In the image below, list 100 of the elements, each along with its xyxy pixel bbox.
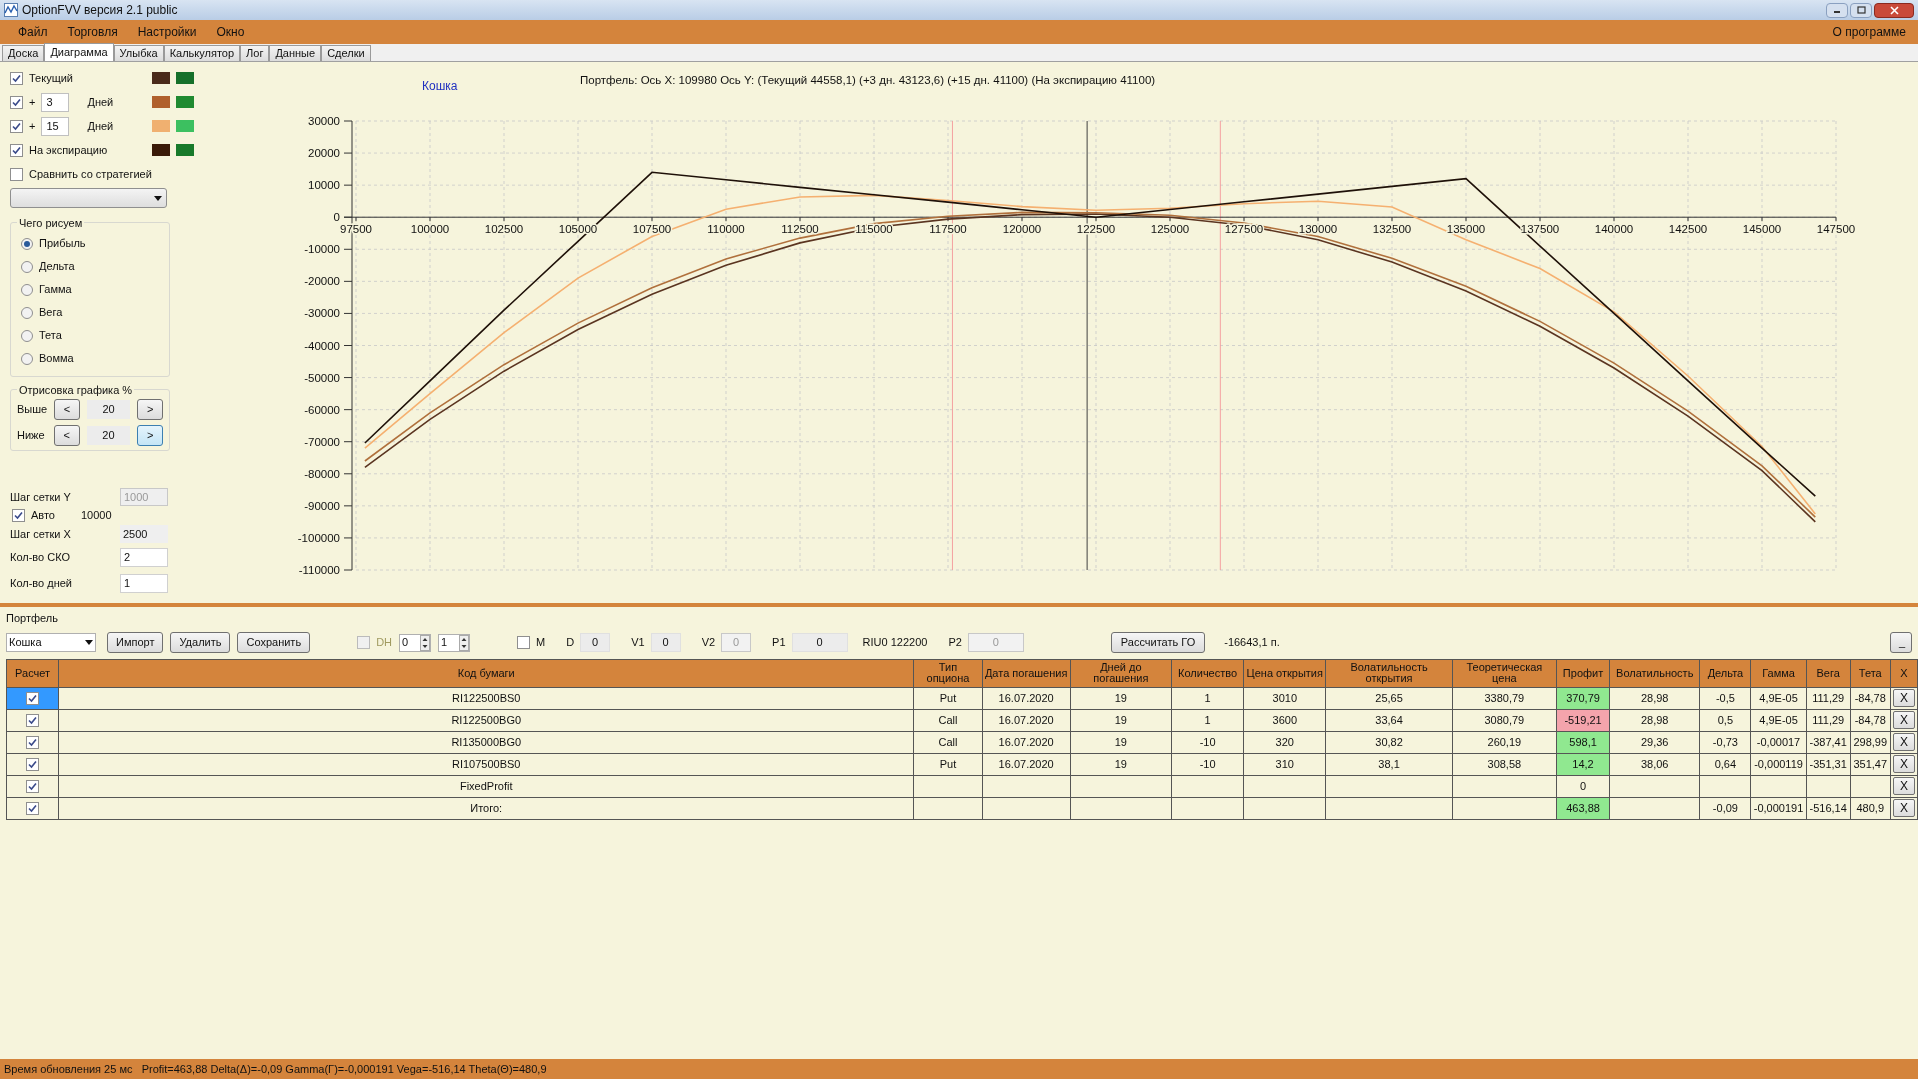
checkbox[interactable] bbox=[10, 71, 23, 85]
column-header[interactable]: Цена открытия bbox=[1243, 659, 1326, 687]
strategy-dropdown[interactable] bbox=[10, 188, 167, 208]
column-header[interactable]: X bbox=[1890, 659, 1918, 687]
delete-button[interactable]: X bbox=[1892, 755, 1915, 773]
checkbox[interactable] bbox=[517, 636, 531, 649]
x-tick-label: 122500 bbox=[1076, 223, 1116, 236]
column-header[interactable]: Расчет bbox=[6, 659, 59, 687]
delete-button[interactable]: X bbox=[1892, 689, 1915, 707]
calc-cell[interactable] bbox=[6, 687, 59, 709]
tab[interactable]: Лог bbox=[240, 45, 270, 61]
calc-cell[interactable] bbox=[6, 709, 59, 731]
color-swatch[interactable] bbox=[176, 120, 194, 132]
x-tick-label: 147500 bbox=[1816, 223, 1856, 236]
column-header[interactable]: Тета bbox=[1850, 659, 1891, 687]
color-swatch[interactable] bbox=[152, 144, 170, 156]
delete-button[interactable]: X bbox=[1892, 733, 1915, 751]
value-field[interactable]: 0 bbox=[650, 633, 681, 652]
minimize-button[interactable] bbox=[1826, 2, 1848, 18]
toolbar-button[interactable]: Сохранить bbox=[237, 632, 311, 653]
increase-button[interactable]: > bbox=[137, 398, 163, 420]
caret-icon bbox=[85, 640, 93, 645]
radio-button[interactable] bbox=[21, 306, 33, 319]
x-tick-label: 100000 bbox=[410, 223, 450, 236]
column-header[interactable]: Волатильность bbox=[1609, 659, 1700, 687]
calc-cell[interactable] bbox=[6, 797, 59, 819]
radio-button[interactable] bbox=[21, 237, 33, 250]
range-field[interactable]: 20 bbox=[86, 425, 131, 445]
toolbar-button[interactable]: Импорт bbox=[107, 632, 164, 653]
checkbox[interactable] bbox=[10, 119, 23, 133]
radio-button[interactable] bbox=[21, 352, 33, 365]
toolbar-button[interactable]: Удалить bbox=[170, 632, 231, 653]
calc-cell[interactable] bbox=[6, 775, 59, 797]
tab[interactable]: Данные bbox=[269, 45, 322, 61]
color-swatch[interactable] bbox=[176, 72, 194, 84]
color-swatch[interactable] bbox=[176, 96, 194, 108]
checkbox[interactable] bbox=[26, 779, 40, 793]
table-cell: 0,64 bbox=[1699, 753, 1751, 775]
column-header[interactable]: Дельта bbox=[1699, 659, 1751, 687]
column-header[interactable]: Теоретическая цена bbox=[1452, 659, 1557, 687]
range-field[interactable]: 20 bbox=[86, 399, 131, 419]
column-header[interactable]: Тип опциона bbox=[913, 659, 983, 687]
delete-button[interactable]: X bbox=[1892, 777, 1915, 795]
checkbox[interactable] bbox=[12, 509, 25, 522]
days-field[interactable]: 3 bbox=[41, 92, 70, 112]
decrease-button[interactable]: < bbox=[53, 424, 80, 446]
column-header[interactable]: Вега bbox=[1806, 659, 1851, 687]
tab[interactable]: Улыбка bbox=[113, 45, 164, 61]
color-swatch[interactable] bbox=[176, 144, 194, 156]
increase-button[interactable]: > bbox=[137, 424, 163, 446]
number-spinner[interactable]: 1 bbox=[438, 633, 471, 652]
color-swatch[interactable] bbox=[152, 96, 170, 108]
delete-button[interactable]: X bbox=[1892, 711, 1915, 729]
menu-item[interactable]: Окно bbox=[206, 23, 255, 41]
toolbar-button[interactable]: Рассчитать ГО bbox=[1110, 632, 1206, 653]
portfolio-select[interactable]: Кошка bbox=[6, 633, 96, 652]
column-header[interactable]: Дата погашения bbox=[982, 659, 1071, 687]
menu-item[interactable]: О программе bbox=[1828, 23, 1910, 41]
checkbox[interactable] bbox=[10, 95, 23, 109]
checkbox[interactable] bbox=[26, 735, 40, 749]
table-cell: -0,00017 bbox=[1750, 731, 1807, 753]
checkbox[interactable] bbox=[26, 801, 40, 815]
radio-button[interactable] bbox=[21, 329, 33, 342]
days-label: Дней bbox=[87, 94, 114, 110]
value-field[interactable]: 0 bbox=[580, 633, 611, 652]
decrease-button[interactable]: < bbox=[54, 398, 80, 420]
number-spinner[interactable]: 0 bbox=[399, 633, 432, 652]
tab[interactable]: Доска bbox=[2, 45, 45, 61]
calc-cell[interactable] bbox=[6, 753, 59, 775]
column-header[interactable]: Гамма bbox=[1750, 659, 1807, 687]
checkbox[interactable] bbox=[26, 757, 40, 771]
column-header[interactable]: Профит bbox=[1556, 659, 1610, 687]
x-step-field[interactable]: 2500 bbox=[120, 525, 168, 543]
tab[interactable]: Сделки bbox=[321, 45, 371, 61]
color-swatch[interactable] bbox=[152, 120, 170, 132]
calc-cell[interactable] bbox=[6, 731, 59, 753]
menu-item[interactable]: Настройки bbox=[127, 23, 207, 41]
delete-button[interactable]: X bbox=[1892, 799, 1915, 817]
value-field[interactable]: 0 bbox=[791, 633, 848, 652]
collapse-button[interactable]: _ bbox=[1890, 632, 1912, 653]
menu-item[interactable]: Торговля bbox=[57, 23, 128, 41]
tab[interactable]: Калькулятор bbox=[163, 45, 241, 61]
close-button[interactable] bbox=[1874, 2, 1914, 18]
days-count-field[interactable]: 1 bbox=[120, 573, 168, 593]
table-cell: 351,47 bbox=[1850, 753, 1891, 775]
radio-button[interactable] bbox=[21, 260, 33, 273]
sko-field[interactable]: 2 bbox=[120, 547, 168, 567]
column-header[interactable]: Количество bbox=[1171, 659, 1244, 687]
radio-button[interactable] bbox=[21, 283, 33, 296]
checkbox[interactable] bbox=[10, 143, 23, 157]
color-swatch[interactable] bbox=[152, 72, 170, 84]
days-field[interactable]: 15 bbox=[41, 116, 70, 136]
checkbox[interactable] bbox=[10, 167, 23, 181]
column-header[interactable]: Код бумаги bbox=[58, 659, 914, 687]
checkbox[interactable] bbox=[26, 691, 40, 705]
column-header[interactable]: Дней до погашения bbox=[1070, 659, 1172, 687]
column-header[interactable]: Волатильность открытия bbox=[1325, 659, 1453, 687]
tab[interactable]: Диаграмма bbox=[44, 43, 114, 61]
menu-item[interactable]: Файл bbox=[8, 23, 58, 41]
checkbox[interactable] bbox=[26, 713, 40, 727]
